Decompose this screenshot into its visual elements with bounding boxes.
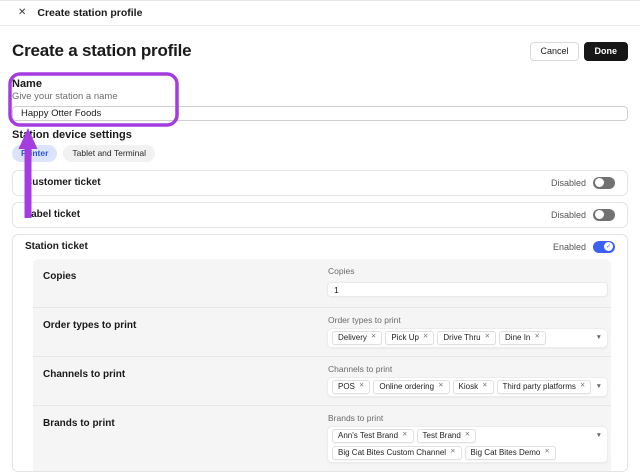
label-ticket-state: Disabled: [551, 210, 586, 220]
order-types-label: Order types to print: [33, 313, 328, 347]
customer-ticket-state: Disabled: [551, 178, 586, 188]
tab-printer[interactable]: Printer: [12, 145, 57, 162]
modal-title: Create station profile: [37, 7, 142, 19]
remove-chip-icon[interactable]: ✕: [485, 334, 490, 341]
remove-chip-icon[interactable]: ✕: [423, 334, 428, 341]
chip-label: Kiosk: [459, 383, 479, 391]
label-ticket-toggle[interactable]: ✓: [593, 209, 615, 221]
remove-chip-icon[interactable]: ✕: [450, 449, 455, 456]
brands-field-label: Brands to print: [328, 413, 607, 423]
chip-label: Online ordering: [379, 383, 434, 391]
remove-chip-icon[interactable]: ✕: [544, 449, 549, 456]
selected-option-chip[interactable]: Third party platforms ✕: [497, 380, 592, 394]
selected-option-chip[interactable]: Big Cat Bites Demo✕: [465, 446, 556, 460]
chip-label: Big Cat Bites Custom Channel: [338, 449, 446, 457]
name-section: Name Give your station a name: [12, 78, 628, 121]
copies-row: Copies Copies: [33, 259, 611, 307]
close-icon[interactable]: ✕: [18, 8, 26, 18]
modal-topbar: ✕ Create station profile: [0, 0, 640, 26]
station-ticket-card: Station ticket Enabled ✓ Copies Copies O…: [12, 234, 628, 472]
chevron-down-icon: ▼: [596, 433, 602, 440]
copies-field-label: Copies: [328, 266, 607, 276]
remove-chip-icon[interactable]: ✕: [482, 383, 487, 390]
selected-option-chip[interactable]: POS ✕: [332, 380, 370, 394]
brands-label: Brands to print: [33, 411, 328, 462]
device-tabs: Printer Tablet and Terminal: [12, 145, 628, 162]
channels-label: Channels to print: [33, 362, 328, 396]
chip-label: Test Brand: [423, 432, 461, 440]
channels-field-label: Channels to print: [328, 364, 607, 374]
remove-chip-icon[interactable]: ✕: [438, 383, 443, 390]
selected-option-chip[interactable]: Dine In ✕: [499, 331, 546, 345]
station-ticket-settings-panel: Copies Copies Order types to print Order…: [33, 259, 611, 471]
remove-chip-icon[interactable]: ✕: [580, 383, 585, 390]
chevron-down-icon: ▼: [596, 384, 602, 391]
customer-ticket-card: Customer ticket Disabled ✓: [12, 170, 628, 196]
page-title: Create a station profile: [12, 41, 191, 61]
selected-option-chip[interactable]: Online ordering ✕: [373, 380, 449, 394]
device-settings-title: Station device settings: [12, 129, 628, 141]
order-types-select[interactable]: ▼ Delivery ✕ Pick Up ✕ Drive Thru ✕ Dine In ✕: [328, 329, 607, 347]
chip-label: Drive Thru: [443, 334, 480, 342]
chip-label: Big Cat Bites Demo: [471, 449, 541, 457]
station-name-input[interactable]: [12, 106, 628, 121]
label-ticket-card: Label ticket Disabled ✓: [12, 202, 628, 228]
remove-chip-icon[interactable]: ✕: [465, 432, 470, 439]
station-ticket-toggle[interactable]: ✓: [593, 241, 615, 253]
selected-option-chip[interactable]: Ann's Test Brand ✕: [332, 429, 414, 443]
customer-ticket-toggle[interactable]: ✓: [593, 177, 615, 189]
tab-tablet-and-terminal[interactable]: Tablet and Terminal: [63, 145, 155, 162]
order-types-row: Order types to print Order types to prin…: [33, 307, 611, 356]
station-ticket-state: Enabled: [553, 242, 586, 252]
brands-row: Brands to print Brands to print ▼ Ann's …: [33, 405, 611, 471]
name-label: Name: [12, 78, 628, 90]
name-hint: Give your station a name: [12, 91, 628, 102]
channels-select[interactable]: ▼ POS✕Online ordering✕Kiosk✕Third party …: [328, 378, 607, 396]
chip-label: Third party platforms: [503, 383, 576, 391]
remove-chip-icon[interactable]: ✕: [402, 432, 407, 439]
page-header: Create a station profile Cancel Done: [12, 38, 628, 64]
customer-ticket-label: Customer ticket: [25, 177, 101, 188]
selected-option-chip[interactable]: Test Brand ✕: [417, 429, 477, 443]
selected-option-chip[interactable]: Drive Thru ✕: [437, 331, 496, 345]
station-ticket-label: Station ticket: [25, 241, 88, 252]
channels-row: Channels to print Channels to print ▼ PO…: [33, 356, 611, 405]
chevron-down-icon: ▼: [596, 335, 602, 342]
chip-label: Delivery: [338, 334, 367, 342]
label-ticket-label: Label ticket: [25, 209, 80, 220]
selected-option-chip[interactable]: Delivery ✕: [332, 331, 382, 345]
selected-option-chip[interactable]: Big Cat Bites Custom Channel ✕: [332, 446, 462, 460]
copies-label: Copies: [33, 264, 328, 298]
order-types-field-label: Order types to print: [328, 315, 607, 325]
chip-label: POS: [338, 383, 355, 391]
remove-chip-icon[interactable]: ✕: [359, 383, 364, 390]
copies-input[interactable]: [328, 283, 607, 296]
selected-option-chip[interactable]: Pick Up ✕: [385, 331, 434, 345]
brands-select[interactable]: ▼ Ann's Test Brand✕Test Brand✕Big Cat Bi…: [328, 427, 607, 462]
remove-chip-icon[interactable]: ✕: [534, 334, 539, 341]
check-icon: ✓: [606, 244, 611, 250]
done-button[interactable]: Done: [584, 42, 629, 61]
chip-label: Dine In: [505, 334, 530, 342]
cancel-button[interactable]: Cancel: [530, 42, 578, 61]
chip-label: Pick Up: [391, 334, 419, 342]
selected-option-chip[interactable]: Kiosk✕: [453, 380, 494, 394]
remove-chip-icon[interactable]: ✕: [371, 334, 376, 341]
chip-label: Ann's Test Brand: [338, 432, 398, 440]
